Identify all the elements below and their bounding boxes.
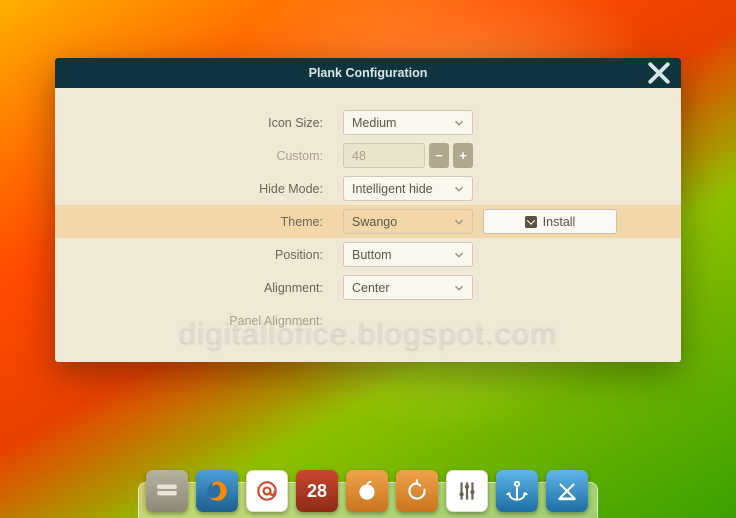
chevron-down-icon bbox=[452, 215, 466, 229]
orange-icon bbox=[354, 478, 380, 504]
spin-minus[interactable]: − bbox=[429, 143, 449, 168]
dock-mail[interactable] bbox=[246, 470, 288, 512]
row-alignment: Alignment: Center bbox=[55, 271, 681, 304]
row-panel-alignment: Panel Alignment: bbox=[55, 304, 681, 337]
chevron-down-icon bbox=[452, 182, 466, 196]
custom-spinner: 48 − + bbox=[343, 143, 473, 168]
spin-plus[interactable]: + bbox=[453, 143, 473, 168]
label-alignment: Alignment: bbox=[55, 281, 323, 295]
at-icon bbox=[254, 478, 280, 504]
dock-clementine[interactable] bbox=[346, 470, 388, 512]
anchor-icon bbox=[504, 478, 530, 504]
chevron-down-icon bbox=[452, 248, 466, 262]
refresh-icon bbox=[404, 478, 430, 504]
custom-input[interactable]: 48 bbox=[343, 143, 425, 168]
select-icon-size[interactable]: Medium bbox=[343, 110, 473, 135]
close-button[interactable] bbox=[645, 58, 673, 88]
label-panel-alignment: Panel Alignment: bbox=[55, 314, 323, 328]
calendar-day: 28 bbox=[307, 481, 327, 502]
select-alignment[interactable]: Center bbox=[343, 275, 473, 300]
titlebar: Plank Configuration bbox=[55, 58, 681, 88]
desktop: Plank Configuration Icon Size: Medium Cu… bbox=[0, 0, 736, 518]
files-icon bbox=[154, 478, 180, 504]
close-icon bbox=[645, 59, 673, 87]
select-position[interactable]: Buttom bbox=[343, 242, 473, 267]
dock: 28 bbox=[146, 470, 588, 512]
row-custom: Custom: 48 − + bbox=[55, 139, 681, 172]
tools-icon bbox=[554, 478, 580, 504]
plank-config-window: Plank Configuration Icon Size: Medium Cu… bbox=[55, 58, 681, 362]
dock-firefox[interactable] bbox=[196, 470, 238, 512]
row-theme: Theme: Swango Install bbox=[55, 205, 681, 238]
dock-docky[interactable] bbox=[496, 470, 538, 512]
select-theme[interactable]: Swango bbox=[343, 209, 473, 234]
package-icon bbox=[525, 216, 537, 228]
install-theme-button[interactable]: Install bbox=[483, 209, 617, 234]
dock-calendar[interactable]: 28 bbox=[296, 470, 338, 512]
dock-preferences[interactable] bbox=[546, 470, 588, 512]
row-position: Position: Buttom bbox=[55, 238, 681, 271]
chevron-down-icon bbox=[452, 281, 466, 295]
label-position: Position: bbox=[55, 248, 323, 262]
label-theme: Theme: bbox=[55, 215, 323, 229]
row-icon-size: Icon Size: Medium bbox=[55, 106, 681, 139]
dock-updater[interactable] bbox=[396, 470, 438, 512]
label-custom: Custom: bbox=[55, 149, 323, 163]
config-form: Icon Size: Medium Custom: 48 − + bbox=[55, 88, 681, 337]
dock-mixer[interactable] bbox=[446, 470, 488, 512]
label-icon-size: Icon Size: bbox=[55, 116, 323, 130]
row-hide-mode: Hide Mode: Intelligent hide bbox=[55, 172, 681, 205]
chevron-down-icon bbox=[452, 116, 466, 130]
firefox-icon bbox=[204, 478, 230, 504]
window-title: Plank Configuration bbox=[309, 66, 428, 80]
select-hide-mode[interactable]: Intelligent hide bbox=[343, 176, 473, 201]
sliders-icon bbox=[454, 478, 480, 504]
dock-files[interactable] bbox=[146, 470, 188, 512]
label-hide-mode: Hide Mode: bbox=[55, 182, 323, 196]
